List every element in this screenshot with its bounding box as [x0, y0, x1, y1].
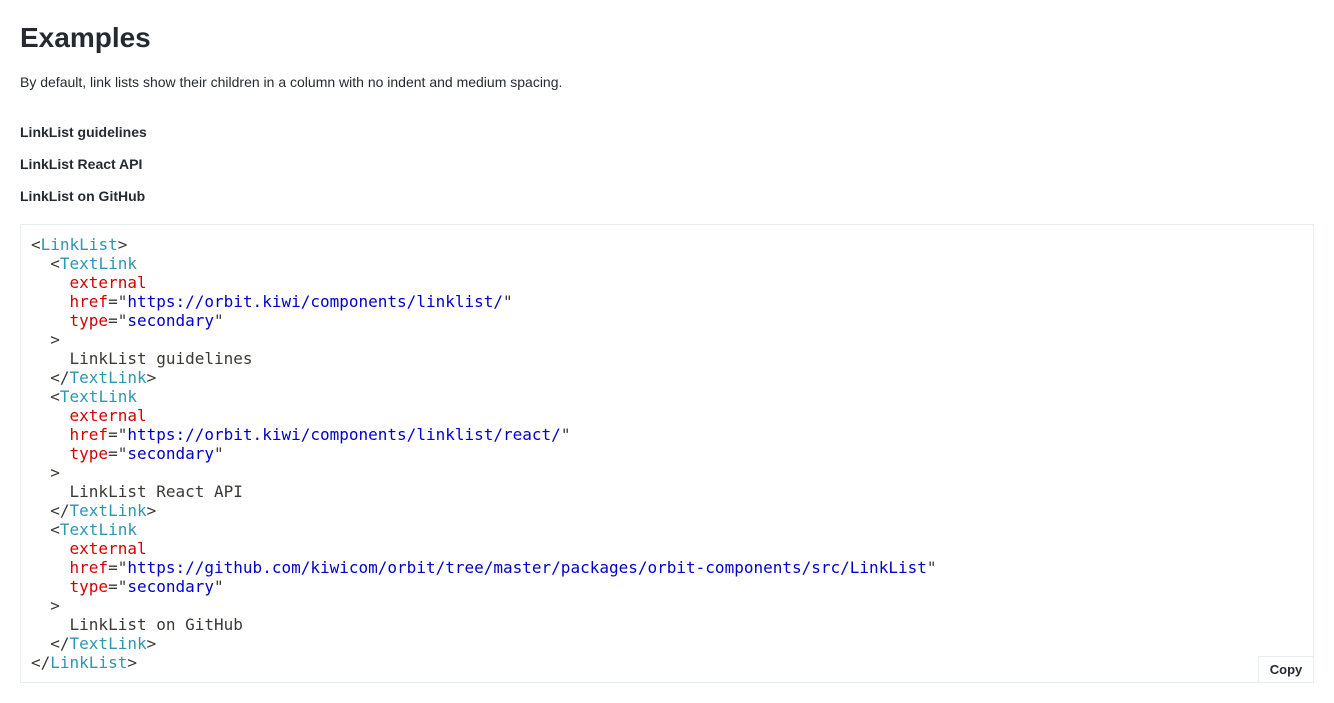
- code-line: </TextLink>: [50, 501, 157, 520]
- code-string: secondary: [127, 311, 215, 330]
- code-tag: TextLink: [69, 634, 147, 653]
- code-line: </TextLink>: [50, 368, 157, 387]
- link-github[interactable]: LinkList on GitHub: [20, 186, 147, 218]
- code-string: https://orbit.kiwi/components/linklist/: [127, 292, 504, 311]
- code-line: type="secondary": [69, 577, 224, 596]
- link-react-api[interactable]: LinkList React API: [20, 154, 147, 186]
- code-string: secondary: [127, 577, 215, 596]
- code-text: LinkList guidelines: [69, 349, 253, 368]
- link-guidelines[interactable]: LinkList guidelines: [20, 122, 147, 154]
- code-attr: href: [69, 292, 109, 311]
- code-line: external: [31, 406, 937, 425]
- code-tag: LinkList: [50, 653, 128, 672]
- code-string: https://orbit.kiwi/components/linklist/r…: [127, 425, 561, 444]
- code-listing: <LinkList> <TextLink external href="http…: [31, 235, 937, 672]
- code-tag: TextLink: [59, 387, 137, 406]
- code-line: >: [50, 330, 60, 349]
- code-string: https://github.com/kiwicom/orbit/tree/ma…: [127, 558, 927, 577]
- code-line: </TextLink>: [50, 634, 157, 653]
- code-line: >: [50, 463, 60, 482]
- code-line: type="secondary": [69, 311, 224, 330]
- code-line: <LinkList>: [31, 235, 128, 254]
- code-attr: type: [69, 444, 109, 463]
- code-line: external: [31, 273, 937, 292]
- code-text: LinkList React API: [69, 482, 243, 501]
- code-line: LinkList guidelines: [31, 349, 937, 368]
- code-line: type="secondary": [69, 444, 224, 463]
- code-tag: TextLink: [69, 368, 147, 387]
- code-string: secondary: [127, 444, 215, 463]
- code-tag: TextLink: [59, 520, 137, 539]
- code-line: LinkList on GitHub: [31, 615, 937, 634]
- code-tag: LinkList: [40, 235, 118, 254]
- code-attr: external: [69, 539, 147, 558]
- code-line: <TextLink: [50, 520, 137, 539]
- code-line: LinkList React API: [31, 482, 937, 501]
- code-line: href="https://github.com/kiwicom/orbit/t…: [69, 558, 937, 577]
- code-attr: href: [69, 425, 109, 444]
- code-text: LinkList on GitHub: [69, 615, 243, 634]
- code-attr: href: [69, 558, 109, 577]
- code-attr: type: [69, 311, 109, 330]
- code-line: >: [50, 596, 60, 615]
- code-attr: external: [69, 273, 147, 292]
- link-list: LinkList guidelines LinkList React API L…: [20, 122, 147, 218]
- code-line: <TextLink: [50, 254, 137, 273]
- page-description: By default, link lists show their childr…: [20, 74, 563, 90]
- code-line: external: [31, 539, 937, 558]
- code-line: href="https://orbit.kiwi/components/link…: [69, 292, 513, 311]
- code-line: <TextLink: [50, 387, 137, 406]
- code-block: <LinkList> <TextLink external href="http…: [20, 224, 1314, 683]
- code-tag: TextLink: [69, 501, 147, 520]
- code-tag: TextLink: [59, 254, 137, 273]
- code-attr: type: [69, 577, 109, 596]
- code-line: href="https://orbit.kiwi/components/link…: [69, 425, 571, 444]
- code-attr: external: [69, 406, 147, 425]
- page-title: Examples: [20, 22, 151, 53]
- copy-button[interactable]: Copy: [1258, 656, 1313, 682]
- code-line: </LinkList>: [31, 653, 137, 672]
